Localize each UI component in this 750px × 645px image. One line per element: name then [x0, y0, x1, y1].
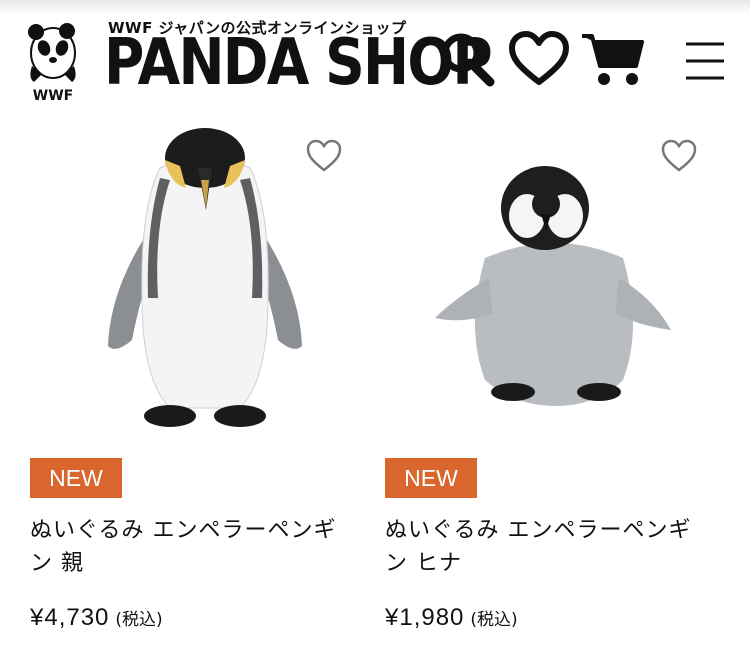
cart-icon[interactable]: [580, 30, 646, 88]
product-name[interactable]: ぬいぐるみ エンペラーペンギン 親: [30, 514, 350, 580]
new-badge: NEW: [30, 458, 122, 498]
price-value: ¥4,730: [30, 604, 110, 631]
wwf-logo-text: WWF: [33, 88, 73, 104]
new-badge: NEW: [385, 458, 477, 498]
product-price: ¥1,980 (税込): [385, 604, 518, 632]
price-value: ¥1,980: [385, 604, 465, 631]
product-name[interactable]: ぬいぐるみ エンペラーペンギン ヒナ: [385, 514, 705, 580]
favorite-heart-icon[interactable]: [660, 138, 698, 174]
tax-note: (税込): [470, 610, 518, 630]
search-icon[interactable]: [438, 30, 496, 88]
product-card[interactable]: NEW ぬいぐるみ エンペラーペンギン 親 ¥4,730 (税込): [30, 118, 370, 638]
menu-icon[interactable]: [684, 40, 726, 82]
wwf-panda-logo[interactable]: WWF: [20, 18, 86, 104]
shop-title[interactable]: PANDA SHOP: [104, 26, 493, 100]
favorite-heart-icon[interactable]: [305, 138, 343, 174]
top-shadow: [0, 0, 750, 14]
product-card[interactable]: NEW ぬいぐるみ エンペラーペンギン ヒナ ¥1,980 (税込): [385, 118, 725, 638]
heart-icon[interactable]: [508, 30, 570, 88]
product-price: ¥4,730 (税込): [30, 604, 163, 632]
tax-note: (税込): [115, 610, 163, 630]
